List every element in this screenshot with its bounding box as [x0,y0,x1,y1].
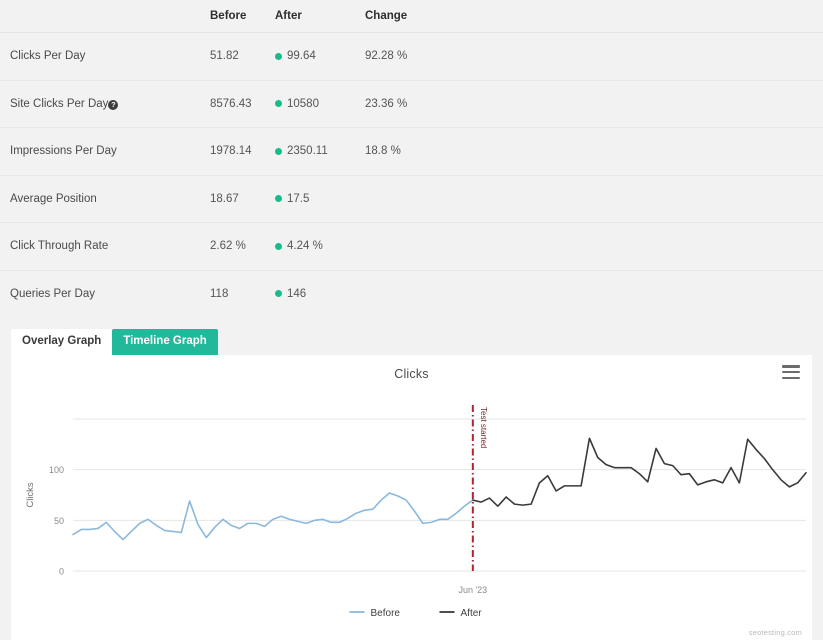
metric-name-cell: Clicks Per Day [0,33,210,81]
column-header-metric [0,0,210,33]
column-header-spacer [475,0,823,33]
change-value [365,270,475,317]
hamburger-line [782,377,800,380]
table-row: Clicks Per Day 51.82 99.64 92.28 % [0,33,823,81]
clicks-timeline-chart: 0 50 100 Clicks Jun '23 Test started Before Aft… [11,381,812,616]
metric-name-cell: Site Clicks Per Day? [0,80,210,128]
metric-label: Clicks Per Day [10,50,85,62]
metric-name-cell: Queries Per Day [0,270,210,317]
after-value-cell: 4.24 % [275,223,365,271]
status-dot-icon [275,148,282,155]
before-value: 2.62 % [210,223,275,271]
x-axis-tick-label: Jun '23 [458,585,487,595]
metric-label: Impressions Per Day [10,145,117,157]
row-spacer [475,223,823,271]
hamburger-line [782,365,800,368]
legend-label-before[interactable]: Before [371,608,401,616]
metric-name-cell: Click Through Rate [0,223,210,271]
after-value-cell: 17.5 [275,175,365,223]
series-line-before [73,493,473,540]
test-started-marker-label: Test started [479,407,488,448]
table-row: Average Position 18.67 17.5 [0,175,823,223]
row-spacer [475,33,823,81]
metric-label: Site Clicks Per Day [10,98,108,110]
column-header-before: Before [210,0,275,33]
legend-label-after[interactable]: After [461,608,483,616]
metric-label: Queries Per Day [10,288,95,300]
status-dot-icon [275,100,282,107]
status-dot-icon [275,290,282,297]
after-value: 146 [287,288,306,300]
change-value: 23.36 % [365,80,475,128]
y-axis-tick-label: 50 [54,516,64,526]
row-spacer [475,270,823,317]
before-value: 51.82 [210,33,275,81]
series-line-after [473,438,806,506]
before-value: 18.67 [210,175,275,223]
before-value: 1978.14 [210,128,275,176]
watermark-label: seotesting.com [749,628,802,637]
hamburger-line [782,371,800,374]
after-value-cell: 10580 [275,80,365,128]
tab-overlay-graph[interactable]: Overlay Graph [11,329,112,355]
row-spacer [475,128,823,176]
y-axis-tick-label: 100 [49,465,64,475]
metric-name-cell: Average Position [0,175,210,223]
metrics-table-body: Clicks Per Day 51.82 99.64 92.28 % Site Clic… [0,33,823,318]
before-value: 118 [210,270,275,317]
row-spacer [475,175,823,223]
after-value: 17.5 [287,193,309,205]
hamburger-menu-icon[interactable] [782,365,800,379]
change-value: 92.28 % [365,33,475,81]
column-header-change: Change [365,0,475,33]
column-header-after: After [275,0,365,33]
after-value-cell: 99.64 [275,33,365,81]
chart-title: Clicks [11,355,812,381]
status-dot-icon [275,243,282,250]
metrics-table: Before After Change Clicks Per Day 51.82 9… [0,0,823,317]
table-row: Click Through Rate 2.62 % 4.24 % [0,223,823,271]
graph-tab-bar: Overlay Graph Timeline Graph [0,329,823,355]
after-value: 10580 [287,98,319,110]
table-header-row: Before After Change [0,0,823,33]
before-value: 8576.43 [210,80,275,128]
metrics-table-head: Before After Change [0,0,823,33]
table-row: Impressions Per Day 1978.14 2350.11 18.8 % [0,128,823,176]
metrics-table-container: Before After Change Clicks Per Day 51.82 9… [0,0,823,317]
after-value: 99.64 [287,50,316,62]
after-value: 2350.11 [287,145,328,157]
y-axis-title: Clicks [25,482,36,508]
change-value [365,223,475,271]
status-dot-icon [275,195,282,202]
help-icon[interactable]: ? [108,100,118,110]
row-spacer [475,80,823,128]
chart-card: Clicks 0 50 100 Clicks Jun '23 Test started Be… [11,355,812,640]
metric-label: Click Through Rate [10,240,108,252]
table-row: Site Clicks Per Day?8576.431058023.36 % [0,80,823,128]
after-value: 4.24 % [287,240,323,252]
tab-timeline-graph[interactable]: Timeline Graph [112,329,218,355]
table-row: Queries Per Day 118 146 [0,270,823,317]
status-dot-icon [275,53,282,60]
after-value-cell: 2350.11 [275,128,365,176]
change-value [365,175,475,223]
y-axis-tick-label: 0 [59,567,64,577]
after-value-cell: 146 [275,270,365,317]
metric-label: Average Position [10,193,97,205]
change-value: 18.8 % [365,128,475,176]
metric-name-cell: Impressions Per Day [0,128,210,176]
